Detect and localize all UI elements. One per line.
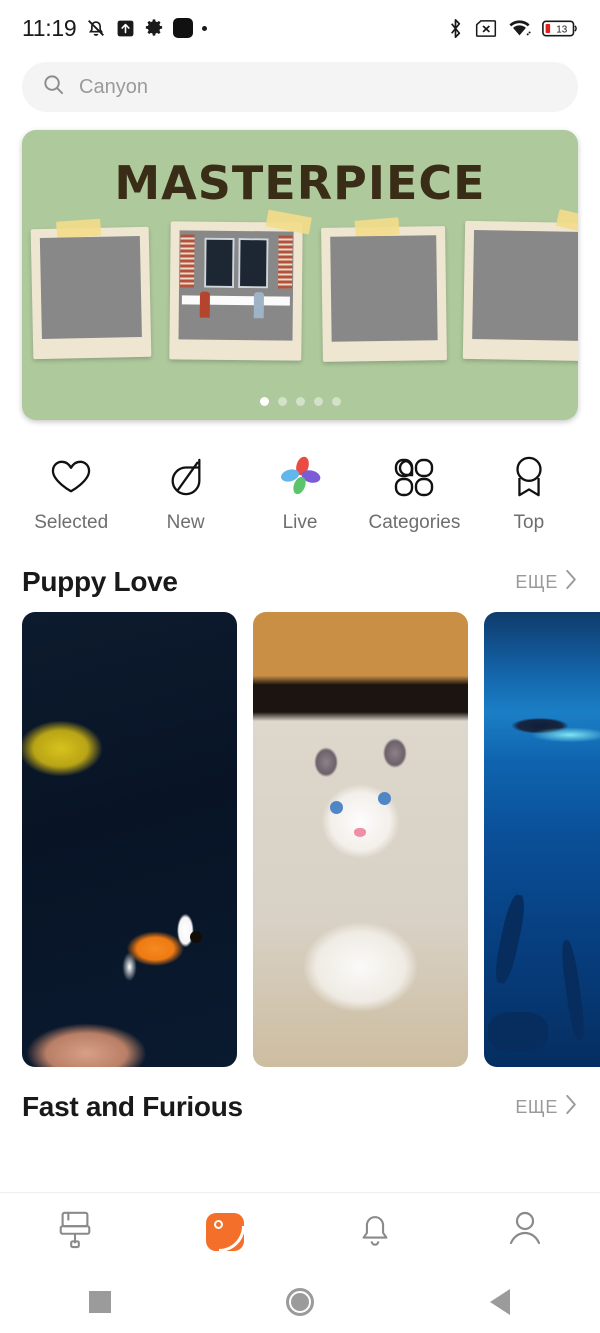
fish-eye <box>189 930 202 943</box>
category-selected[interactable]: Selected <box>14 454 128 534</box>
bottom-nav-container <box>0 1192 600 1270</box>
banner-pagination-dots[interactable] <box>22 397 578 406</box>
search-bar[interactable]: Canyon <box>22 62 578 112</box>
category-label: Selected <box>34 512 109 533</box>
pagination-dot[interactable] <box>295 397 305 406</box>
home-button[interactable] <box>200 1287 400 1316</box>
person-icon <box>508 1210 542 1253</box>
category-label: Live <box>282 512 318 533</box>
category-label: Top <box>513 512 545 533</box>
banner-section: MASTERPIECE <box>0 112 600 420</box>
section-header-fast-and-furious: Fast and Furious ЕЩЕ <box>0 1067 600 1131</box>
classical-portrait-painting <box>39 235 142 340</box>
bluetooth-icon <box>447 18 464 39</box>
street-bench-photo <box>178 230 294 341</box>
pagination-dot[interactable] <box>277 397 287 406</box>
tape-icon <box>56 218 102 239</box>
masterpiece-banner[interactable]: MASTERPIECE <box>22 130 578 420</box>
section-more-button[interactable]: ЕЩЕ <box>515 1094 578 1120</box>
search-section: Canyon <box>0 56 600 112</box>
collage-photo-geisha <box>321 217 447 362</box>
chevron-right-icon <box>565 1094 578 1120</box>
lotus-flower-photo <box>472 230 578 341</box>
collage-photo-lotus <box>462 209 578 362</box>
gallery-tab[interactable] <box>150 1212 300 1252</box>
more-label: ЕЩЕ <box>515 571 558 592</box>
mute-bell-icon <box>85 17 107 39</box>
collage-photo-street <box>169 209 312 361</box>
pagination-dot[interactable] <box>331 397 341 406</box>
banner-collage <box>22 209 578 382</box>
sim-missing-icon <box>475 19 497 38</box>
status-bar-right: 13 <box>447 18 578 39</box>
cat-eye <box>377 791 391 805</box>
back-button[interactable] <box>400 1288 600 1315</box>
search-icon <box>42 73 65 101</box>
triangle-left-icon <box>490 1288 510 1315</box>
app-logo-icon <box>206 1212 245 1252</box>
recents-button[interactable] <box>0 1290 200 1313</box>
search-input-placeholder[interactable]: Canyon <box>79 76 148 99</box>
square-icon <box>89 1290 111 1313</box>
app-screen: 11:19 13 Canyon MASTERPIECE Selected New… <box>0 0 600 1333</box>
grid-four-icon <box>393 454 435 500</box>
leaf-icon <box>167 454 205 500</box>
category-label: Categories <box>368 512 461 533</box>
arc-icon <box>219 1225 245 1252</box>
dot-icon <box>202 25 208 31</box>
ragdoll-cat-wallpaper <box>253 612 468 1067</box>
category-new[interactable]: New <box>128 454 242 534</box>
gear-icon <box>144 18 164 38</box>
profile-tab[interactable] <box>450 1210 600 1253</box>
section-more-button[interactable]: ЕЩЕ <box>515 569 578 595</box>
paint-roller-icon <box>56 1209 94 1254</box>
android-navigation-bar <box>0 1270 600 1333</box>
rock-shape <box>488 1012 549 1053</box>
category-live[interactable]: Live <box>243 454 357 534</box>
wallpaper-card-cat[interactable] <box>253 612 468 1067</box>
bottom-nav-bar <box>0 1192 600 1270</box>
notifications-tab[interactable] <box>300 1210 450 1253</box>
tape-icon <box>354 217 400 238</box>
section-header-puppy-love: Puppy Love ЕЩЕ <box>0 534 600 612</box>
bell-icon <box>358 1210 392 1253</box>
collage-photo-portrait <box>30 218 152 360</box>
clownfish-wallpaper <box>22 612 237 1067</box>
more-label: ЕЩЕ <box>515 1096 558 1117</box>
pagination-dot[interactable] <box>313 397 323 406</box>
section-title: Puppy Love <box>22 566 178 597</box>
black-square-icon <box>173 18 194 38</box>
pagination-dot[interactable] <box>259 397 269 406</box>
category-row: Selected New Live Categories Top <box>0 420 600 534</box>
wallpaper-card-list[interactable] <box>0 612 600 1067</box>
section-title: Fast and Furious <box>22 1091 243 1122</box>
heart-icon <box>50 454 92 500</box>
chevron-right-icon <box>565 569 578 595</box>
award-ribbon-icon <box>510 454 548 500</box>
wallpaper-card-clownfish[interactable] <box>22 612 237 1067</box>
battery-icon: 13 <box>542 19 578 38</box>
upload-arrow-icon <box>116 19 135 38</box>
wallpaper-roller-tab[interactable] <box>0 1209 150 1254</box>
category-label: New <box>166 512 205 533</box>
status-time: 11:19 <box>22 14 77 41</box>
wallpaper-card-ocean[interactable] <box>484 612 600 1067</box>
wifi-icon <box>508 19 531 38</box>
battery-level-text: 13 <box>556 24 567 35</box>
category-categories[interactable]: Categories <box>357 454 471 534</box>
status-bar: 11:19 13 <box>0 0 600 56</box>
pinwheel-icon <box>278 454 322 500</box>
category-top[interactable]: Top <box>472 454 586 534</box>
geisha-cherry-blossom-photo <box>330 235 438 342</box>
underwater-ocean-wallpaper <box>484 612 600 1067</box>
banner-title: MASTERPIECE <box>114 156 486 210</box>
circle-icon <box>286 1287 314 1316</box>
status-bar-left: 11:19 <box>22 14 208 42</box>
